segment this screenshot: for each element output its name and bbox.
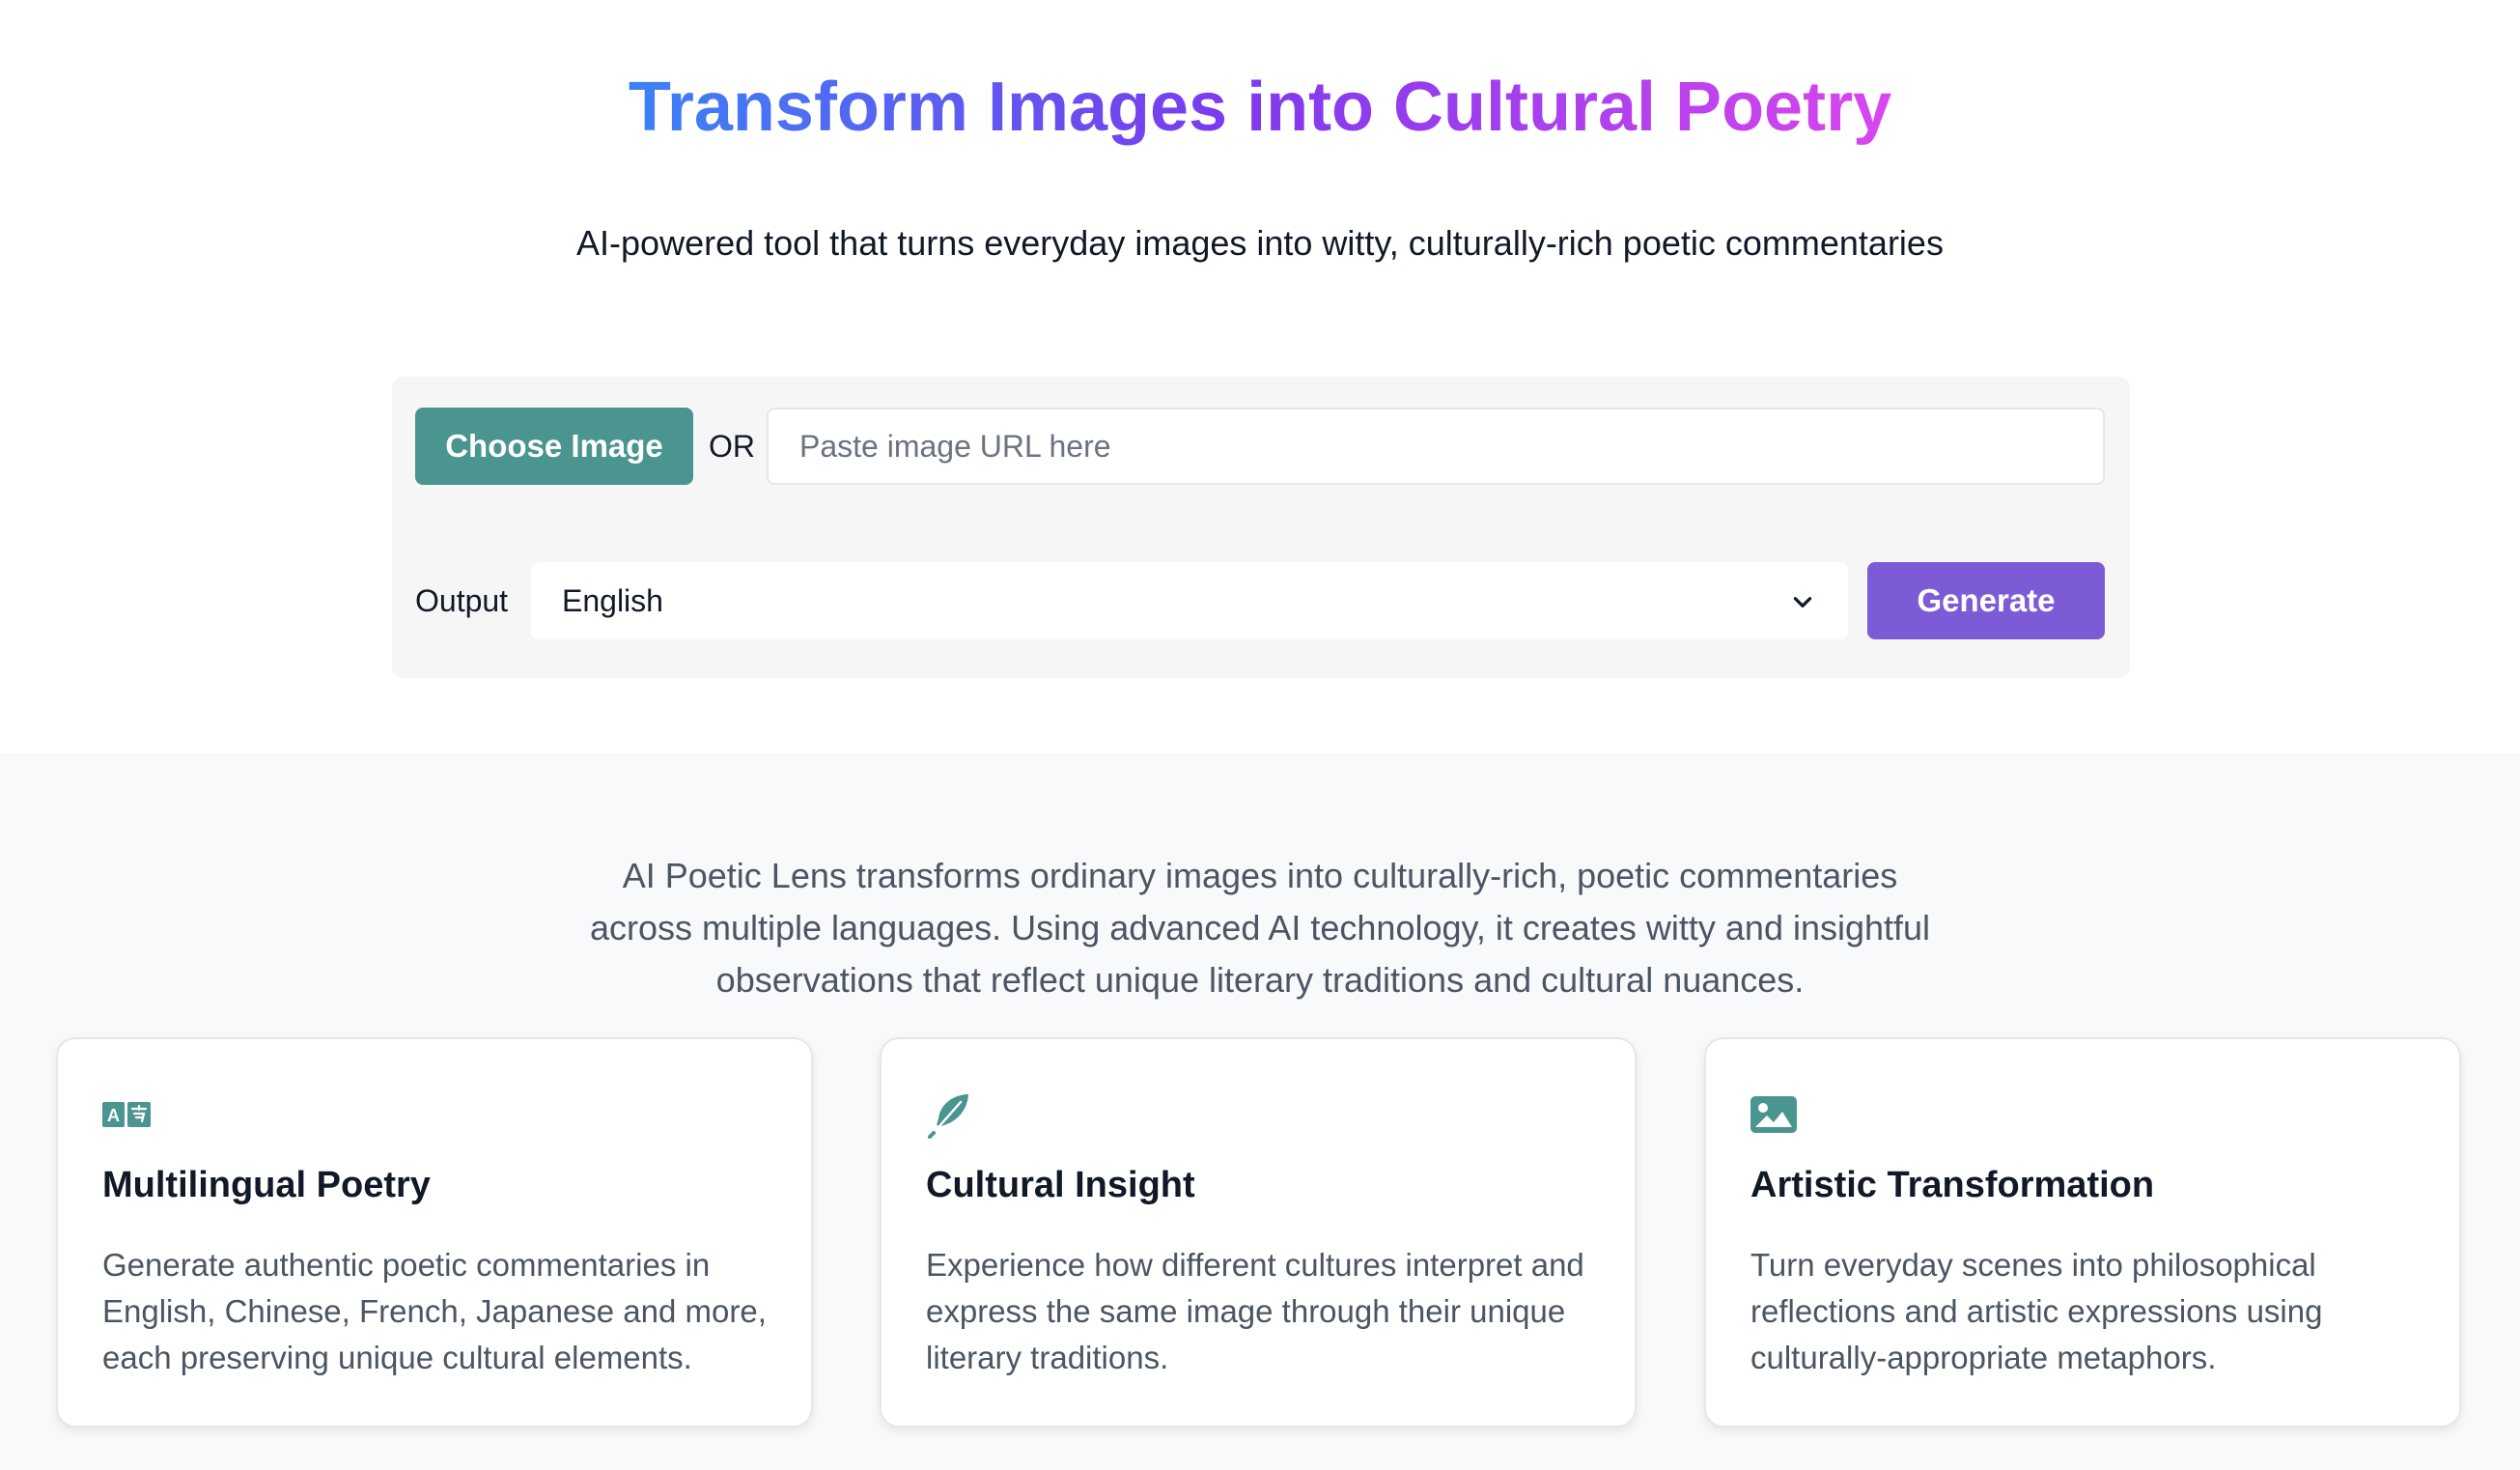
language-select-value: English (562, 583, 663, 618)
feature-title: Multilingual Poetry (102, 1165, 431, 1205)
output-label: Output (415, 583, 509, 618)
svg-text:A: A (107, 1106, 120, 1125)
hero-section: Transform Images into Cultural Poetry AI… (0, 0, 2520, 753)
or-label: OR (709, 429, 755, 464)
language-select[interactable]: English (531, 562, 1848, 639)
features-section: AI Poetic Lens transforms ordinary image… (0, 753, 2520, 1470)
page-subtitle: AI-powered tool that turns everyday imag… (576, 223, 1944, 263)
feature-card-multilingual: A Multilingual Poetry Generate authentic… (56, 1037, 813, 1428)
generator-panel: Choose Image OR Output English Generate (392, 377, 2130, 678)
feature-title: Cultural Insight (926, 1165, 1195, 1205)
feather-icon (926, 1091, 974, 1139)
feature-title: Artistic Transformation (1750, 1165, 2155, 1205)
chevron-down-icon (1793, 597, 1812, 608)
image-url-input[interactable] (767, 408, 2105, 485)
feature-description: Experience how different cultures interp… (926, 1247, 1584, 1375)
generate-button[interactable]: Generate (1867, 562, 2105, 639)
choose-image-button[interactable]: Choose Image (415, 408, 693, 485)
feature-card-cultural: Cultural Insight Experience how differen… (880, 1037, 1637, 1428)
image-icon (1750, 1091, 1797, 1138)
page-title: Transform Images into Cultural Poetry (0, 62, 2520, 153)
translate-icon: A (102, 1091, 151, 1138)
feature-description: Generate authentic poetic commentaries i… (102, 1247, 767, 1375)
feature-description: Turn everyday scenes into philosophical … (1750, 1247, 2323, 1375)
about-text: AI Poetic Lens transforms ordinary image… (589, 856, 1931, 1000)
page-title-text: Transform Images into Cultural Poetry (628, 69, 1892, 146)
feature-card-artistic: Artistic Transformation Turn everyday sc… (1704, 1037, 2461, 1428)
